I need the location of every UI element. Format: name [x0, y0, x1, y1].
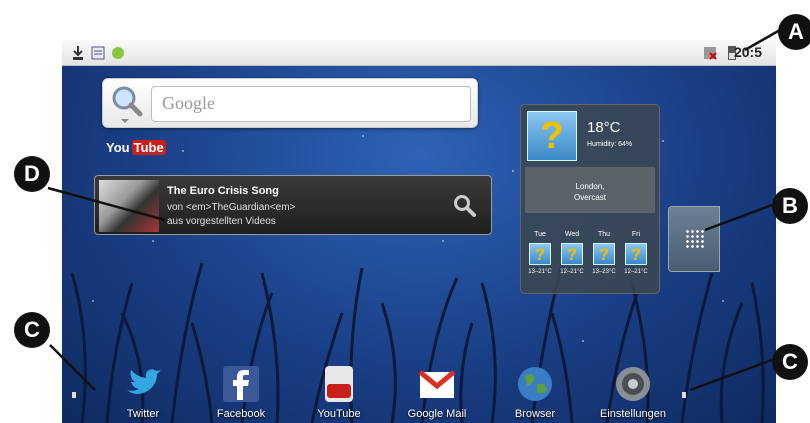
callout-lines	[47, 28, 781, 392]
callout-b: B	[772, 188, 808, 224]
callout-a: A	[778, 14, 810, 50]
callout-c-left: C	[14, 312, 50, 348]
callout-c-right: C	[772, 344, 808, 380]
callout-d: D	[14, 156, 50, 192]
